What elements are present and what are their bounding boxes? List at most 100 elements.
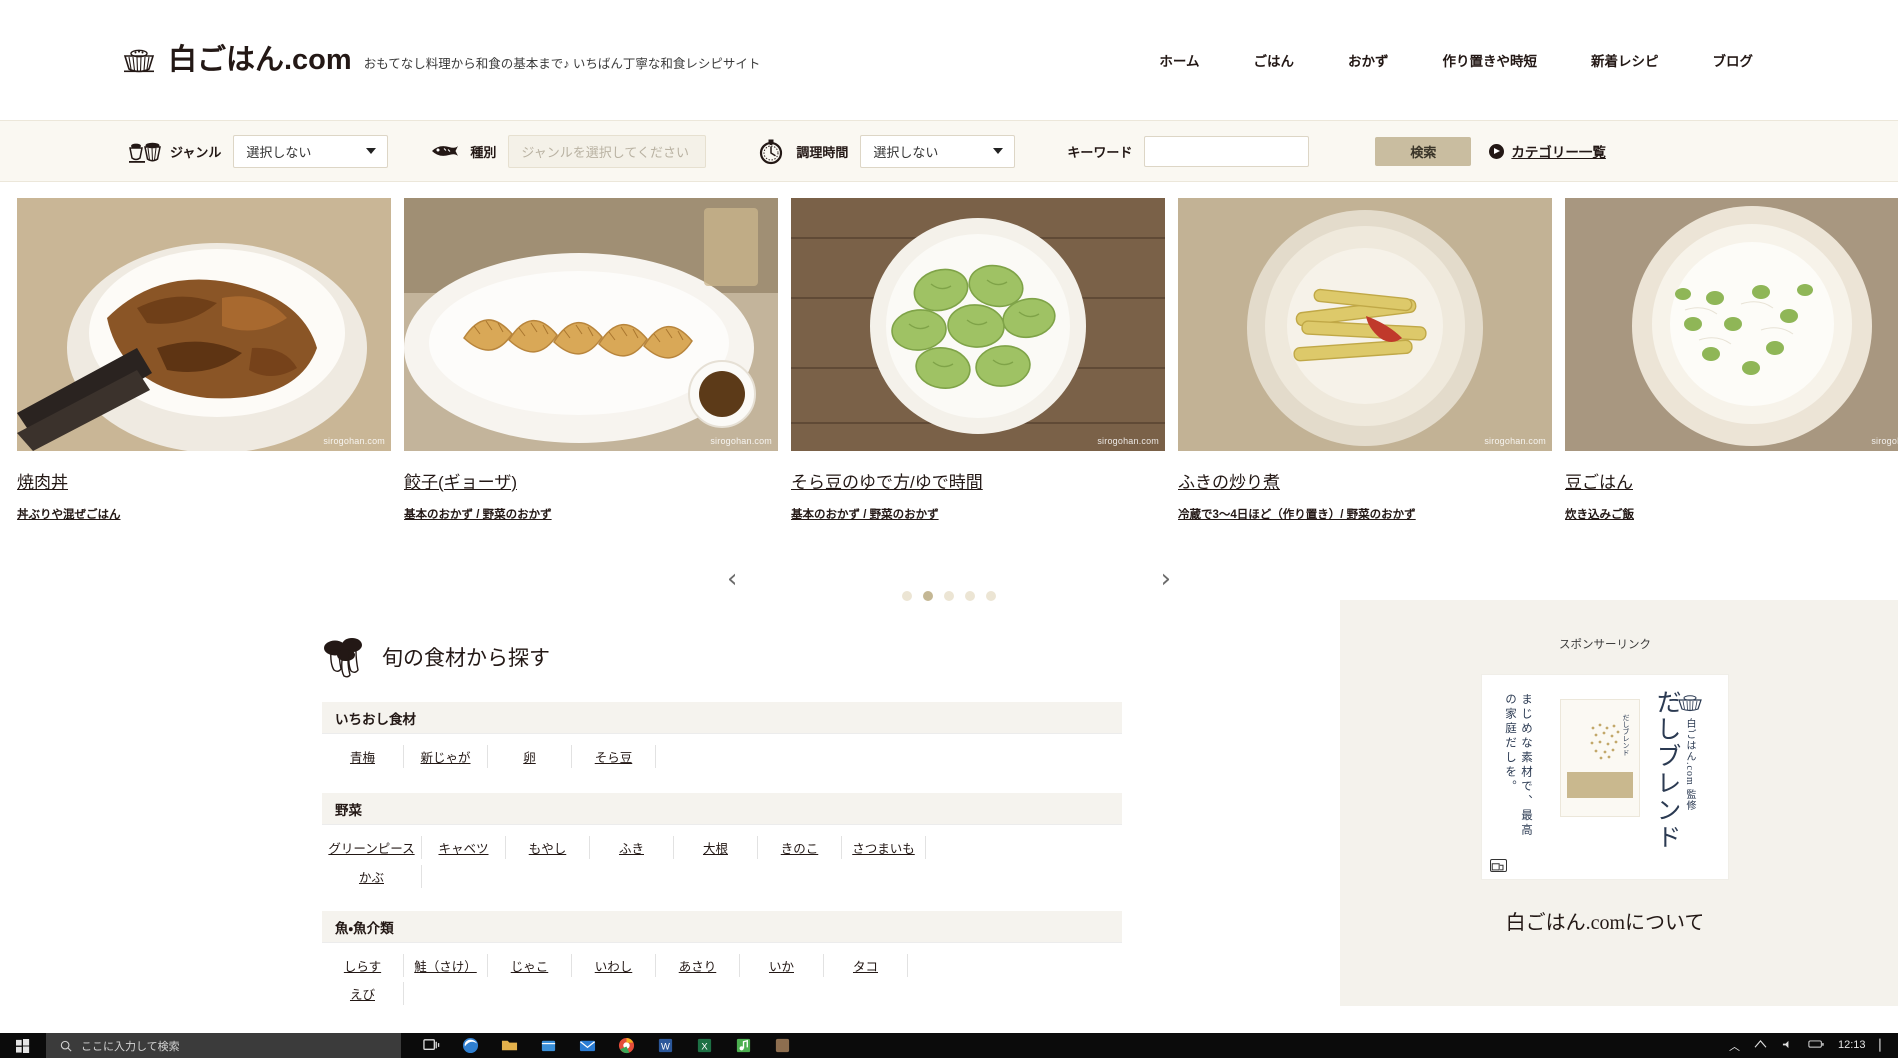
chrome-icon[interactable] xyxy=(618,1037,635,1054)
carousel-next-button[interactable]: › xyxy=(1161,566,1171,592)
carousel-dots xyxy=(0,591,1898,601)
ingredient-link[interactable]: きのこ xyxy=(758,836,842,859)
nav-tsukurioki[interactable]: 作り置きや時短 xyxy=(1416,50,1565,70)
recipe-category-text[interactable]: 基本のおかず / 野菜のおかず xyxy=(404,509,552,521)
mame-gohan-photo[interactable]: sirogohan.com xyxy=(1565,198,1898,451)
tray-battery-icon[interactable] xyxy=(1808,1039,1824,1052)
recipe-category-text[interactable]: 丼ぶりや混ぜごはん xyxy=(17,509,121,521)
type-select[interactable]: ジャンルを選択してください xyxy=(508,134,707,168)
carousel-dot[interactable] xyxy=(965,591,975,601)
package-band xyxy=(1567,772,1633,798)
ad-copy: まじめな素材で、最高の家庭だしを。 xyxy=(1504,693,1532,838)
gyoza-photo[interactable]: sirogohan.com xyxy=(404,198,778,451)
word-icon[interactable]: W xyxy=(657,1037,674,1054)
ingredient-link[interactable]: しらす xyxy=(322,954,404,977)
group-heading: 魚・魚介類 xyxy=(322,911,1122,943)
carousel-dot[interactable] xyxy=(902,591,912,601)
svg-text:W: W xyxy=(661,1041,670,1052)
keyword-label: キーワード xyxy=(1067,144,1133,160)
ingredient-link[interactable]: いか xyxy=(740,954,824,977)
recipe-category-text[interactable]: 基本のおかず / 野菜のおかず xyxy=(791,509,939,521)
photo-watermark: sirogohan.com xyxy=(323,436,385,446)
cooking-time-selected-value: 選択しない xyxy=(873,144,939,160)
recipe-title[interactable]: 豆ごはん xyxy=(1565,473,1633,493)
tray-volume-icon[interactable] xyxy=(1781,1039,1794,1053)
ingredient-link[interactable]: じゃこ xyxy=(488,954,572,977)
recipe-category: 基本のおかず / 野菜のおかず xyxy=(791,506,1165,522)
ingredient-link[interactable]: そら豆 xyxy=(572,745,656,768)
category-list-label: カテゴリー一覧 xyxy=(1511,145,1606,160)
keyword-input[interactable] xyxy=(1144,135,1310,167)
windows-start-icon[interactable] xyxy=(0,1038,46,1053)
carousel-prev-button[interactable]: ‹ xyxy=(727,566,737,592)
recipe-card[interactable]: sirogohan.com そら豆のゆで方/ゆで時間 基本のおかず / 野菜のお… xyxy=(791,198,1165,522)
category-list-link[interactable]: カテゴリー一覧 xyxy=(1489,141,1606,161)
store-icon[interactable] xyxy=(540,1037,557,1054)
ingredient-link[interactable]: タコ xyxy=(824,954,908,977)
task-view-icon[interactable] xyxy=(423,1037,440,1054)
ingredient-link[interactable]: あさり xyxy=(656,954,740,977)
recipe-card[interactable]: sirogohan.com 餃子(ギョーザ) 基本のおかず / 野菜のおかず xyxy=(404,198,778,522)
yakiniku-don-photo[interactable]: sirogohan.com xyxy=(17,198,391,451)
ingredient-group: 魚・魚介類 しらす 鮭（さけ） じゃこ いわし あさり いか タコ えび xyxy=(322,911,1122,1014)
nav-new-recipes[interactable]: 新着レシピ xyxy=(1564,50,1686,70)
taskbar-clock[interactable]: 12:13 xyxy=(1838,1039,1866,1052)
taskbar-search-box[interactable]: ここに入力して検索 xyxy=(46,1033,401,1058)
recipe-card[interactable]: sirogohan.com 焼肉丼 丼ぶりや混ぜごはん xyxy=(17,198,391,522)
recipe-title[interactable]: ふきの炒り煮 xyxy=(1178,473,1280,493)
ingredient-link[interactable]: いわし xyxy=(572,954,656,977)
ingredient-link[interactable]: えび xyxy=(322,982,404,1005)
nav-okazu[interactable]: おかず xyxy=(1321,50,1416,70)
fuki-irini-photo[interactable]: sirogohan.com xyxy=(1178,198,1552,451)
recipe-category-text[interactable]: 冷蔵で3〜4日ほど（作り置き）/ 野菜のおかず xyxy=(1178,509,1416,521)
ad-choices-icon[interactable] xyxy=(1490,859,1507,872)
carousel-dot[interactable] xyxy=(944,591,954,601)
ingredient-link[interactable]: 鮭（さけ） xyxy=(404,954,488,977)
carousel-dot[interactable] xyxy=(986,591,996,601)
nav-blog[interactable]: ブログ xyxy=(1686,50,1781,70)
excel-icon[interactable]: X xyxy=(696,1037,713,1054)
ingredient-link[interactable]: かぶ xyxy=(322,865,422,888)
mail-icon[interactable] xyxy=(579,1037,596,1054)
photo-watermark: sirogohan.com xyxy=(1871,436,1898,446)
search-button[interactable]: 検索 xyxy=(1375,136,1472,166)
music-icon[interactable] xyxy=(735,1037,752,1054)
search-icon xyxy=(60,1040,72,1052)
recipe-title[interactable]: 焼肉丼 xyxy=(17,473,68,493)
mushroom-icon xyxy=(322,636,368,678)
recipe-card[interactable]: sirogohan.com ふきの炒り煮 冷蔵で3〜4日ほど（作り置き）/ 野菜… xyxy=(1178,198,1552,522)
nav-home[interactable]: ホーム xyxy=(1132,50,1226,70)
sponsor-ad-banner[interactable]: まじめな素材で、最高の家庭だしを。 だしブレンド だしブレンド 白ごはん.com… xyxy=(1481,674,1729,880)
cooking-time-select[interactable]: 選択しない xyxy=(860,134,1016,168)
ingredient-link[interactable]: 大根 xyxy=(674,836,758,859)
group-heading: いちおし食材 xyxy=(322,702,1122,734)
recipe-title[interactable]: 餃子(ギョーザ) xyxy=(404,473,517,493)
soramame-photo[interactable]: sirogohan.com xyxy=(791,198,1165,451)
recipe-title[interactable]: そら豆のゆで方/ゆで時間 xyxy=(791,473,983,493)
nav-gohan[interactable]: ごはん xyxy=(1227,50,1322,70)
photo-watermark: sirogohan.com xyxy=(1097,436,1159,446)
sponsor-label: スポンサーリンク xyxy=(1559,639,1651,651)
main-navigation: ホーム ごはん おかず 作り置きや時短 新着レシピ ブログ xyxy=(1132,50,1780,70)
edge-icon[interactable] xyxy=(462,1037,479,1054)
recipe-card[interactable]: sirogohan.com 豆ごはん 炊き込みご飯 xyxy=(1565,198,1898,522)
app-icon[interactable] xyxy=(774,1037,791,1054)
site-logo[interactable]: 白ごはん.com おもてなし料理から和食の基本まで♪ いちばん丁寧な和食レシピサ… xyxy=(122,45,760,75)
ingredient-link[interactable]: さつまいも xyxy=(842,836,926,859)
tray-network-icon[interactable] xyxy=(1754,1039,1767,1053)
ingredient-link[interactable]: キャベツ xyxy=(422,836,506,859)
ingredient-link[interactable]: 青梅 xyxy=(322,745,404,768)
genre-select[interactable]: 選択しない xyxy=(233,134,389,168)
carousel-dot-active[interactable] xyxy=(923,591,933,601)
recipe-category-text[interactable]: 炊き込みご飯 xyxy=(1565,509,1634,521)
ingredient-link[interactable]: もやし xyxy=(506,836,590,859)
taskbar-app-icons: W X xyxy=(423,1037,791,1054)
tray-chevron-icon[interactable]: ︿ xyxy=(1729,1038,1740,1054)
ingredient-link[interactable]: 卵 xyxy=(488,745,572,768)
ingredient-link[interactable]: グリーンピース xyxy=(322,836,422,859)
folder-icon[interactable] xyxy=(501,1037,518,1054)
ingredient-link[interactable]: 新じゃが xyxy=(404,745,488,768)
show-desktop-button[interactable]: ▏ xyxy=(1880,1039,1888,1052)
rice-bowl-icon xyxy=(1677,693,1703,713)
ingredient-link[interactable]: ふき xyxy=(590,836,674,859)
